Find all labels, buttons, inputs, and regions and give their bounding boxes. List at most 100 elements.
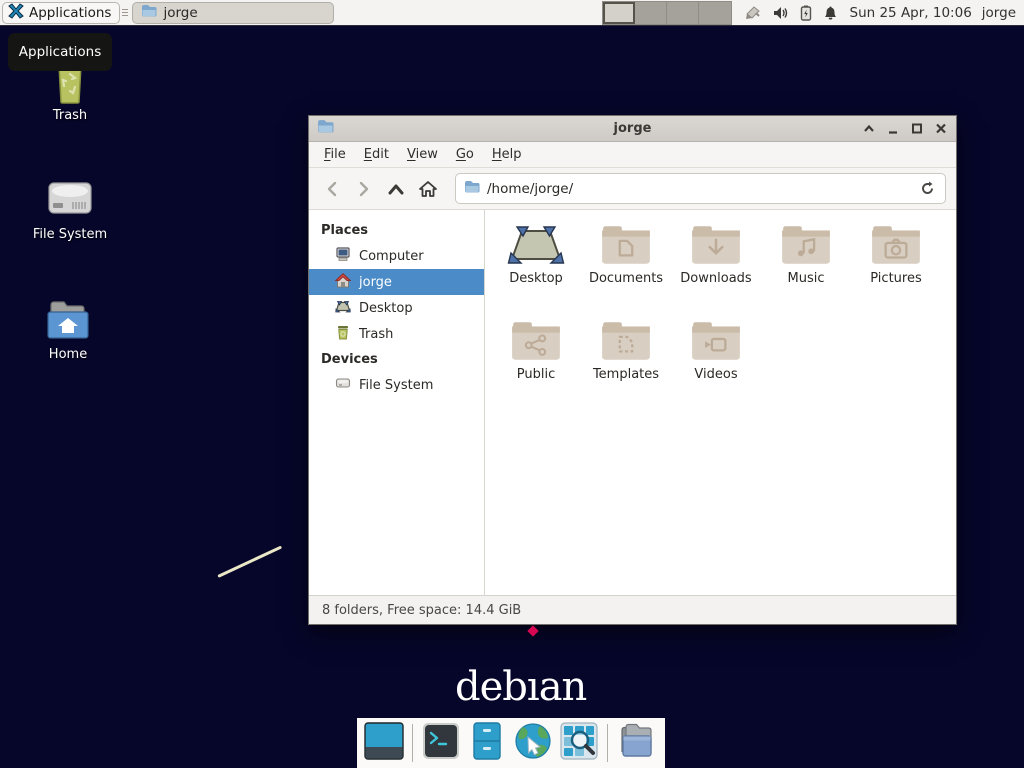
tooltip-text: Applications xyxy=(19,44,101,60)
sidebar-header-devices: Devices xyxy=(309,347,484,372)
file-item-templates[interactable]: Templates xyxy=(581,318,671,414)
folder-launcher[interactable] xyxy=(616,723,656,763)
desktop-icon-label: Home xyxy=(8,347,128,362)
file-item-music[interactable]: Music xyxy=(761,222,851,318)
file-manager-window: jorge File Edit View Go Help xyxy=(308,115,957,625)
dock-separator xyxy=(607,724,608,762)
menu-help[interactable]: Help xyxy=(483,143,531,166)
home-icon xyxy=(335,273,351,292)
notification-bell-icon[interactable] xyxy=(823,5,838,21)
back-button[interactable] xyxy=(317,174,347,204)
window-titlebar[interactable]: jorge xyxy=(309,116,956,142)
taskbar-window-label: jorge xyxy=(163,5,197,21)
panel-handle[interactable] xyxy=(122,6,130,20)
pictures-folder-icon xyxy=(869,222,923,268)
sidebar-header-places: Places xyxy=(309,218,484,243)
dock-folder-icon xyxy=(616,722,656,764)
documents-folder-icon xyxy=(599,222,653,268)
public-folder-icon xyxy=(509,318,563,364)
desktop-icon-file-system[interactable]: File System xyxy=(10,175,130,242)
workspace-2[interactable] xyxy=(635,2,667,24)
file-item-pictures[interactable]: Pictures xyxy=(851,222,941,318)
taskbar-window-button[interactable]: jorge xyxy=(132,2,334,24)
workspace-4[interactable] xyxy=(699,2,731,24)
sidebar-item-jorge[interactable]: jorge xyxy=(309,269,484,295)
file-item-label: Documents xyxy=(589,271,663,286)
terminal-launcher[interactable] xyxy=(421,723,461,763)
reload-button[interactable] xyxy=(915,177,939,201)
home-button[interactable] xyxy=(413,174,443,204)
stylus-device-icon[interactable] xyxy=(744,5,762,21)
workspace-1[interactable] xyxy=(603,2,635,24)
terminal-icon xyxy=(422,722,460,764)
forward-button[interactable] xyxy=(349,174,379,204)
close-button[interactable] xyxy=(934,122,948,136)
sidebar-item-desktop[interactable]: Desktop xyxy=(309,295,484,321)
path-bar[interactable]: /home/jorge/ xyxy=(455,173,946,204)
file-grid: Desktop Documents xyxy=(485,210,956,595)
computer-icon xyxy=(335,247,351,266)
file-manager-launcher[interactable] xyxy=(467,723,507,763)
applications-menu-button[interactable]: Applications xyxy=(2,2,120,24)
downloads-folder-icon xyxy=(689,222,743,268)
system-tray xyxy=(744,5,838,21)
drive-mini-icon xyxy=(335,376,351,394)
maximize-button[interactable] xyxy=(910,122,924,136)
sidebar-item-label: Trash xyxy=(359,327,393,342)
menu-view[interactable]: View xyxy=(398,143,447,166)
file-item-label: Public xyxy=(517,367,555,382)
file-item-label: Videos xyxy=(694,367,737,382)
show-desktop-button[interactable] xyxy=(364,723,404,763)
sidebar-item-label: File System xyxy=(359,378,433,393)
hard-drive-icon xyxy=(10,175,130,223)
menu-file[interactable]: File xyxy=(315,143,355,166)
file-item-downloads[interactable]: Downloads xyxy=(671,222,761,318)
panel-user-menu[interactable]: jorge xyxy=(982,5,1016,21)
desktop-mini-icon xyxy=(335,299,351,318)
file-item-documents[interactable]: Documents xyxy=(581,222,671,318)
sidebar: Places Computer xyxy=(309,210,485,595)
debian-red-dot xyxy=(527,625,538,636)
applications-menu-label: Applications xyxy=(29,5,111,21)
menu-go[interactable]: Go xyxy=(447,143,483,166)
desktop-artifact-line xyxy=(217,546,282,578)
sidebar-item-trash[interactable]: Trash xyxy=(309,321,484,347)
applications-tooltip: Applications xyxy=(8,33,112,71)
file-item-label: Desktop xyxy=(509,271,563,286)
file-item-desktop[interactable]: Desktop xyxy=(491,222,581,318)
file-item-label: Downloads xyxy=(680,271,751,286)
dock-separator xyxy=(412,724,413,762)
file-item-label: Pictures xyxy=(870,271,921,286)
web-browser-launcher[interactable] xyxy=(513,723,553,763)
file-item-videos[interactable]: Videos xyxy=(671,318,761,414)
debian-logo-i: ı xyxy=(527,664,539,710)
menu-edit[interactable]: Edit xyxy=(355,143,398,166)
toolbar: /home/jorge/ xyxy=(309,168,956,210)
shade-button[interactable] xyxy=(862,122,876,136)
path-input[interactable]: /home/jorge/ xyxy=(487,181,908,197)
file-item-public[interactable]: Public xyxy=(491,318,581,414)
sidebar-item-label: Desktop xyxy=(359,301,413,316)
debian-logo-text: deb xyxy=(455,664,527,710)
app-finder-launcher[interactable] xyxy=(559,723,599,763)
sidebar-item-computer[interactable]: Computer xyxy=(309,243,484,269)
sidebar-item-file-system[interactable]: File System xyxy=(309,372,484,398)
menubar: File Edit View Go Help xyxy=(309,142,956,168)
top-panel: Applications jorge xyxy=(0,0,1024,26)
battery-icon[interactable] xyxy=(800,5,812,21)
path-folder-icon xyxy=(464,180,480,198)
minimize-button[interactable] xyxy=(886,122,900,136)
panel-clock[interactable]: Sun 25 Apr, 10:06 xyxy=(850,5,972,21)
desktop-icon-home[interactable]: Home xyxy=(8,297,128,362)
home-folder-icon xyxy=(8,297,128,343)
up-button[interactable] xyxy=(381,174,411,204)
desktop-special-icon xyxy=(507,222,565,268)
workspace-switcher xyxy=(602,1,732,25)
xfce-logo-icon xyxy=(8,3,24,23)
music-folder-icon xyxy=(779,222,833,268)
workspace-3[interactable] xyxy=(667,2,699,24)
status-text: 8 folders, Free space: 14.4 GiB xyxy=(322,603,521,618)
window-title: jorge xyxy=(309,121,956,136)
desktop-icon-label: File System xyxy=(10,227,130,242)
volume-icon[interactable] xyxy=(773,5,789,21)
